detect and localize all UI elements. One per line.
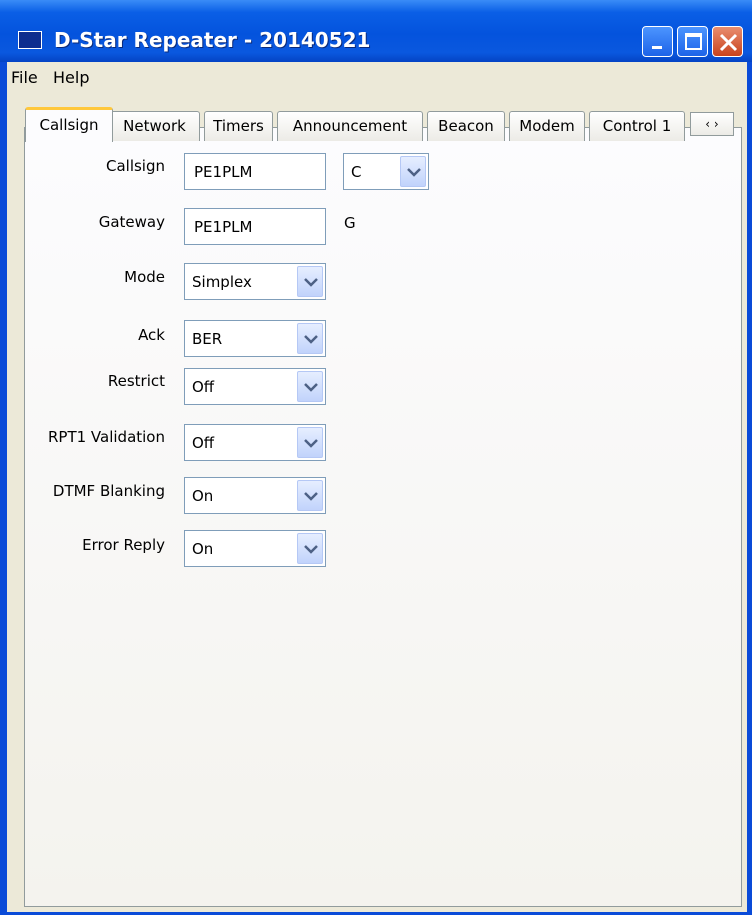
gateway-input[interactable]: PE1PLM <box>184 208 326 245</box>
mode-value: Simplex <box>192 273 252 291</box>
dropdown-button[interactable] <box>297 533 323 564</box>
chevron-down-icon <box>407 168 421 177</box>
dropdown-button[interactable] <box>297 480 323 511</box>
chevron-down-icon <box>304 335 318 344</box>
error-reply-label: Error Reply <box>82 536 165 554</box>
menu-file[interactable]: File <box>11 68 38 87</box>
tab-announcement[interactable]: Announcement <box>277 111 423 141</box>
title-bar[interactable]: D-Star Repeater - 20140521 <box>0 0 752 62</box>
chevron-down-icon <box>304 278 318 287</box>
close-icon <box>719 33 738 52</box>
dropdown-button[interactable] <box>297 371 323 402</box>
tab-callsign[interactable]: Callsign <box>25 107 113 142</box>
tab-scroll-arrows[interactable]: ‹ › <box>690 112 734 136</box>
rpt1-validation-value: Off <box>192 434 215 452</box>
minimize-button[interactable] <box>642 26 673 57</box>
chevron-down-icon <box>304 492 318 501</box>
dtmf-blanking-value: On <box>192 487 214 505</box>
ack-label: Ack <box>138 326 165 344</box>
maximize-button[interactable] <box>677 26 708 57</box>
tab-network[interactable]: Network <box>109 111 200 141</box>
menu-help[interactable]: Help <box>53 68 89 87</box>
tab-modem[interactable]: Modem <box>509 111 585 141</box>
restrict-value: Off <box>192 378 215 396</box>
menu-bar: File Help <box>7 62 747 96</box>
rpt1-validation-label: RPT1 Validation <box>47 428 165 446</box>
ack-select[interactable]: BER <box>184 320 326 357</box>
tab-timers[interactable]: Timers <box>204 111 273 141</box>
window-icon <box>18 31 42 49</box>
chevron-down-icon <box>304 383 318 392</box>
gateway-module-text: G <box>344 214 356 232</box>
rpt1-validation-select[interactable]: Off <box>184 424 326 461</box>
ack-value: BER <box>192 330 223 348</box>
window-title: D-Star Repeater - 20140521 <box>54 28 371 52</box>
restrict-select[interactable]: Off <box>184 368 326 405</box>
dtmf-blanking-select[interactable]: On <box>184 477 326 514</box>
dropdown-button[interactable] <box>297 323 323 354</box>
client-area: File Help Network Timers Announcement Be… <box>7 62 747 912</box>
dtmf-blanking-label: DTMF Blanking <box>52 482 165 500</box>
mode-select[interactable]: Simplex <box>184 263 326 300</box>
error-reply-select[interactable]: On <box>184 530 326 567</box>
dropdown-button[interactable] <box>400 156 426 187</box>
tab-control-1[interactable]: Control 1 <box>589 111 685 141</box>
app-window: D-Star Repeater - 20140521 File Help Net… <box>0 0 752 915</box>
dropdown-button[interactable] <box>297 266 323 297</box>
callsign-label: Callsign <box>105 157 165 175</box>
callsign-module-value: C <box>351 163 362 181</box>
callsign-input[interactable]: PE1PLM <box>184 153 326 190</box>
error-reply-value: On <box>192 540 214 558</box>
callsign-module-select[interactable]: C <box>343 153 429 190</box>
close-button[interactable] <box>712 26 743 57</box>
mode-label: Mode <box>124 268 165 286</box>
tab-panel <box>24 127 742 907</box>
gateway-label: Gateway <box>98 213 165 231</box>
tab-beacon[interactable]: Beacon <box>427 111 505 141</box>
chevron-down-icon <box>304 439 318 448</box>
restrict-label: Restrict <box>107 372 165 390</box>
maximize-icon <box>685 33 702 50</box>
minimize-icon <box>652 46 662 49</box>
dropdown-button[interactable] <box>297 427 323 458</box>
chevron-down-icon <box>304 545 318 554</box>
